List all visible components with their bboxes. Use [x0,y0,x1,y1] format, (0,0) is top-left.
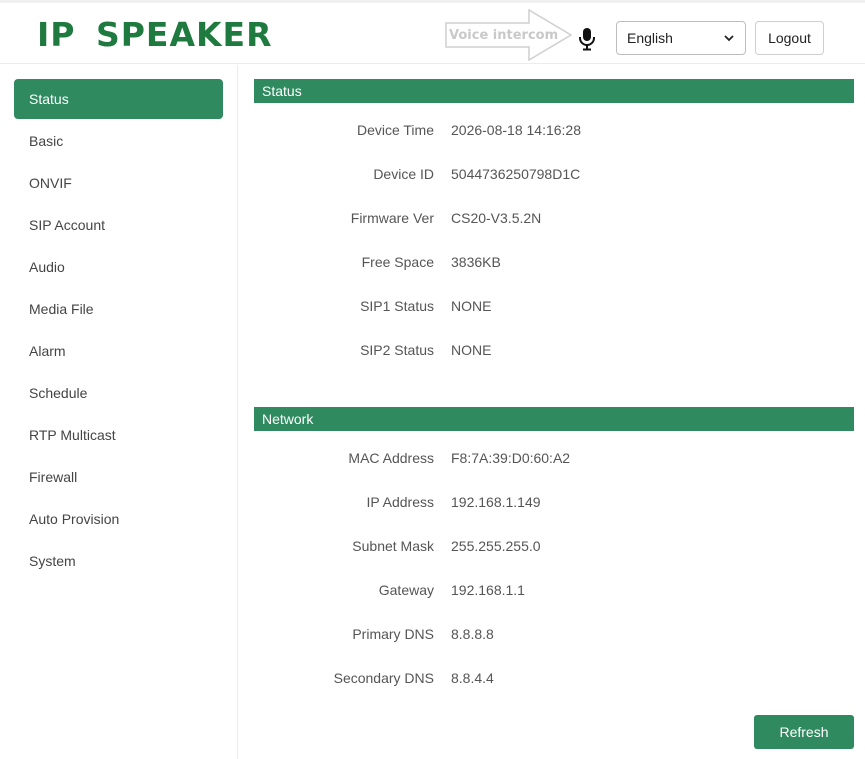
main-content: Status Device Time 2026-08-18 14:16:28 D… [238,65,865,759]
subnet-mask-label: Subnet Mask [352,538,434,554]
device-id-value: 5044736250798D1C [451,166,581,182]
sidebar-item-onvif[interactable]: ONVIF [14,163,223,203]
secondary-dns-label: Secondary DNS [333,670,434,686]
sidebar-item-basic[interactable]: Basic [14,121,223,161]
language-select-value: English [627,30,673,46]
voice-intercom-hint: Voice intercom [445,9,573,61]
primary-dns-label: Primary DNS [352,626,434,642]
sidebar-item-rtp-multicast[interactable]: RTP Multicast [14,415,223,455]
header: IP SPEAKER Voice intercom English Logout [0,0,865,64]
chevron-down-icon [724,35,734,42]
sip1-status-value: NONE [451,298,492,314]
ip-address-label: IP Address [366,494,434,510]
sidebar-item-alarm[interactable]: Alarm [14,331,223,371]
free-space-value: 3836KB [451,254,501,270]
mac-address-label: MAC Address [348,450,434,466]
language-select[interactable]: English [616,21,746,55]
primary-dns-value: 8.8.8.8 [451,626,494,642]
logo: IP SPEAKER [37,15,273,54]
device-time-label: Device Time [356,122,434,138]
status-section-title: Status [254,79,854,103]
gateway-value: 192.168.1.1 [451,582,525,598]
sidebar-item-firewall[interactable]: Firewall [14,457,223,497]
sidebar: Status Basic ONVIF SIP Account Audio Med… [0,65,238,759]
refresh-button[interactable]: Refresh [754,715,854,749]
device-id-label: Device ID [373,166,434,182]
sidebar-item-status[interactable]: Status [14,79,223,119]
secondary-dns-value: 8.8.4.4 [451,670,494,686]
logout-button[interactable]: Logout [755,21,824,55]
mac-address-value: F8:7A:39:D0:60:A2 [451,450,571,466]
microphone-icon[interactable] [578,27,596,51]
gateway-label: Gateway [378,582,434,598]
network-section-title: Network [254,407,854,431]
firmware-ver-label: Firmware Ver [350,210,434,226]
sip1-status-label: SIP1 Status [360,298,434,314]
sidebar-item-sip-account[interactable]: SIP Account [14,205,223,245]
sip2-status-value: NONE [451,342,492,358]
free-space-label: Free Space [361,254,434,270]
device-time-value: 2026-08-18 14:16:28 [451,122,581,138]
sidebar-item-audio[interactable]: Audio [14,247,223,287]
sidebar-item-schedule[interactable]: Schedule [14,373,223,413]
ip-address-value: 192.168.1.149 [451,494,541,510]
firmware-ver-value: CS20-V3.5.2N [451,210,542,226]
sidebar-item-media-file[interactable]: Media File [14,289,223,329]
sidebar-item-auto-provision[interactable]: Auto Provision [14,499,223,539]
sip2-status-label: SIP2 Status [360,342,434,358]
subnet-mask-value: 255.255.255.0 [451,538,541,554]
sidebar-item-system[interactable]: System [14,541,223,581]
voice-intercom-text: Voice intercom [449,28,559,43]
